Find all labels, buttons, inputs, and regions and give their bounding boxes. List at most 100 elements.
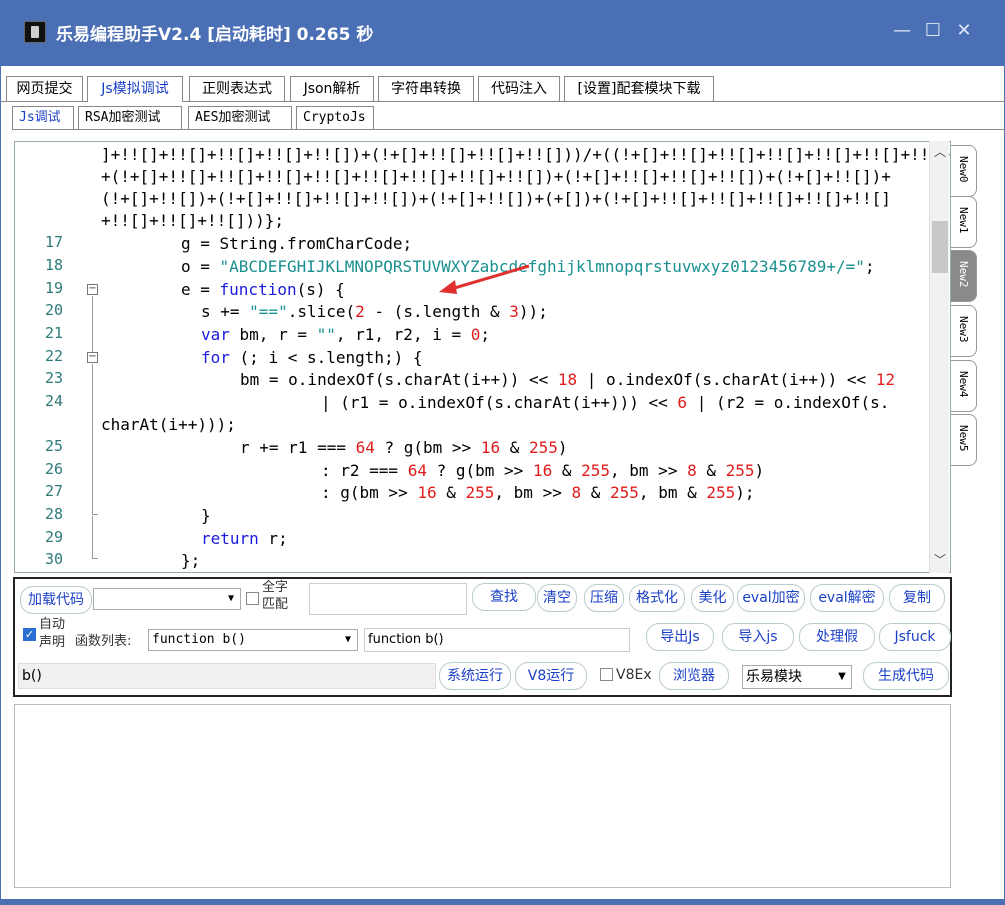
tab-regex[interactable]: 正则表达式 — [189, 76, 285, 102]
chevron-down-icon: ▼ — [838, 671, 846, 682]
fold-guide — [92, 296, 93, 352]
tab-new2[interactable]: New2 — [951, 250, 977, 302]
v8ex-label: V8Ex — [616, 667, 652, 683]
system-run-button[interactable]: 系统运行 — [439, 662, 511, 690]
tab-json-parse[interactable]: Json解析 — [290, 76, 374, 102]
line-number: 25 — [44, 437, 63, 455]
code-line-23: bm = o.indexOf(s.charAt(i++)) << 18 | o.… — [240, 370, 896, 389]
tab-web-submit[interactable]: 网页提交 — [6, 76, 83, 102]
line-number: 18 — [44, 256, 63, 274]
line-number: 22 — [44, 347, 63, 365]
subtab-aes[interactable]: AES加密测试 — [188, 106, 292, 130]
handle-fake-button[interactable]: 处理假 — [799, 623, 875, 651]
close-button[interactable]: ✕ — [955, 22, 973, 40]
load-code-button[interactable]: 加载代码 — [20, 586, 92, 614]
output-area[interactable] — [14, 704, 951, 888]
module-select[interactable]: 乐易模块 ▼ — [742, 665, 852, 689]
eval-decrypt-button[interactable]: eval解密 — [810, 584, 884, 612]
line-number: 23 — [44, 369, 63, 387]
code-line-19: e = function(s) { — [181, 280, 345, 299]
line-number: 17 — [44, 233, 63, 251]
tab-code-inject[interactable]: 代码注入 — [478, 76, 560, 102]
scroll-down-icon[interactable]: ﹀ — [930, 551, 950, 569]
line-number: 21 — [44, 324, 63, 342]
code-line-17: g = String.fromCharCode; — [181, 234, 413, 253]
jsfuck-button[interactable]: Jsfuck — [879, 623, 951, 651]
toolbar-panel: 加载代码 ▼ 全字 匹配 查找 清空 压缩 格式化 美化 eval加密 eval解… — [13, 577, 952, 697]
chevron-down-icon: ▼ — [227, 593, 235, 604]
generate-code-button[interactable]: 生成代码 — [863, 662, 949, 690]
whole-word-label: 全字 匹配 — [262, 580, 289, 612]
scroll-up-icon[interactable]: ︿ — [930, 143, 950, 161]
window-title: 乐易编程助手V2.4 [启动耗时] 0.265 秒 — [56, 25, 374, 45]
format-button[interactable]: 格式化 — [629, 584, 685, 612]
code-line-25: r += r1 === 64 ? g(bm >> 16 & 255) — [240, 438, 568, 457]
tab-string-convert[interactable]: 字符串转换 — [378, 76, 474, 102]
call-input[interactable]: b() — [18, 663, 436, 689]
line-number: 27 — [44, 482, 63, 500]
search-input[interactable] — [309, 583, 467, 615]
function-list-select[interactable]: function b() ▼ — [148, 629, 358, 651]
subtab-cryptojs[interactable]: CryptoJs — [296, 106, 374, 130]
import-js-button[interactable]: 导入js — [722, 623, 794, 651]
code-select[interactable]: ▼ — [93, 588, 241, 610]
tab-new4[interactable]: New4 — [951, 360, 977, 412]
code-line-wrap-4: +!![]+!![]+!![]))}; — [101, 211, 285, 230]
code-line-27: : g(bm >> 16 & 255, bm >> 8 & 255, bm & … — [321, 483, 755, 502]
code-line-22: for (; i < s.length;) { — [201, 348, 423, 367]
subtab-rsa[interactable]: RSA加密测试 — [78, 106, 182, 130]
code-line-29: return r; — [201, 529, 288, 548]
compress-button[interactable]: 压缩 — [584, 584, 624, 612]
code-line-24: | (r1 = o.indexOf(s.charAt(i++))) << 6 |… — [321, 393, 890, 412]
scrollbar-thumb[interactable] — [932, 221, 948, 273]
fold-toggle-icon[interactable]: − — [87, 352, 98, 363]
v8-run-button[interactable]: V8运行 — [515, 662, 587, 690]
chevron-down-icon: ▼ — [344, 634, 352, 645]
line-number: 24 — [44, 392, 63, 410]
code-line-wrap-2: +(!+[]+!![]+!![]+!![]+!![]+!![]+!![]+!![… — [101, 167, 891, 186]
minimize-button[interactable]: — — [893, 22, 911, 40]
code-editor[interactable]: ]+!![]+!![]+!![]+!![]+!![])+(!+[]+!![]+!… — [14, 141, 951, 573]
fold-toggle-icon[interactable]: − — [87, 284, 98, 295]
editor-scrollbar[interactable]: ︿ ﹀ — [929, 141, 949, 573]
tab-new5[interactable]: New5 — [951, 414, 977, 466]
line-number: 20 — [44, 301, 63, 319]
beautify-button[interactable]: 美化 — [691, 584, 734, 612]
app-icon — [24, 21, 46, 43]
code-line-21: var bm, r = "", r1, r2, i = 0; — [201, 325, 491, 344]
line-number: 29 — [44, 528, 63, 546]
copy-button[interactable]: 复制 — [889, 584, 945, 612]
tab-new1[interactable]: New1 — [951, 196, 977, 248]
fold-guide — [92, 516, 93, 558]
tab-new0[interactable]: New0 — [951, 145, 977, 197]
line-number: 19 — [44, 279, 63, 297]
fold-end-marker — [92, 558, 98, 559]
subtab-js-debug[interactable]: Js调试 — [12, 106, 74, 130]
function-text-field[interactable]: function b() — [364, 628, 630, 652]
title-bar: 乐易编程助手V2.4 [启动耗时] 0.265 秒 — ☐ ✕ — [0, 0, 1005, 66]
maximize-button[interactable]: ☐ — [924, 22, 942, 40]
tab-new3[interactable]: New3 — [951, 305, 977, 357]
browser-button[interactable]: 浏览器 — [659, 662, 729, 690]
clear-button[interactable]: 清空 — [537, 584, 577, 612]
tab-settings-download[interactable]: [设置]配套模块下载 — [564, 76, 714, 102]
code-line-wrap-3: (!+[]+!![])+(!+[]+!![]+!![]+!![])+(!+[]+… — [101, 189, 891, 208]
tab-js-debug[interactable]: Js模拟调试 — [87, 76, 183, 102]
eval-encrypt-button[interactable]: eval加密 — [737, 584, 805, 612]
whole-word-checkbox[interactable] — [246, 592, 259, 605]
export-js-button[interactable]: 导出Js — [646, 623, 714, 651]
auto-declare-checkbox[interactable]: ✓ — [23, 628, 36, 641]
code-line-wrap-1: ]+!![]+!![]+!![]+!![]+!![])+(!+[]+!![]+!… — [101, 145, 951, 164]
code-line-20: s += "==".slice(2 - (s.length & 3)); — [201, 302, 548, 321]
code-line-26: : r2 === 64 ? g(bm >> 16 & 255, bm >> 8 … — [321, 461, 765, 480]
fold-guide — [92, 364, 93, 514]
find-button[interactable]: 查找 — [472, 583, 536, 611]
v8ex-checkbox[interactable] — [600, 668, 613, 681]
subtab-divider — [12, 129, 1005, 130]
annotation-arrow-icon — [439, 264, 530, 294]
function-list-label: 函数列表: — [75, 634, 132, 649]
line-number: 28 — [44, 505, 63, 523]
code-line-24-wrap: charAt(i++))); — [101, 415, 236, 434]
window-bottom-border — [0, 899, 1005, 905]
line-number: 30 — [44, 550, 63, 568]
